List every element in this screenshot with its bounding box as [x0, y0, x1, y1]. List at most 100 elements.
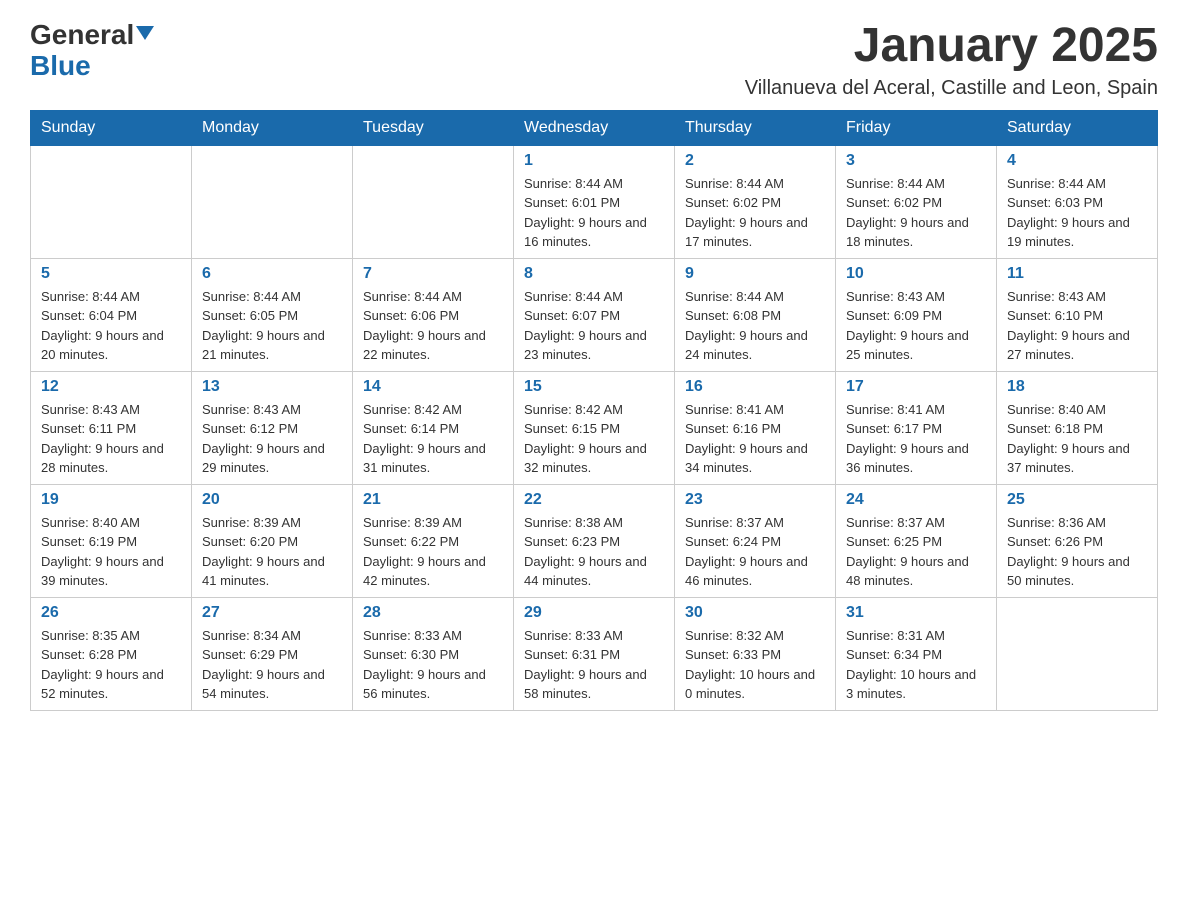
logo-general-text: General — [30, 20, 134, 51]
day-info: Sunrise: 8:43 AM Sunset: 6:12 PM Dayligh… — [202, 400, 342, 478]
calendar-cell: 26 Sunrise: 8:35 AM Sunset: 6:28 PM Dayli… — [31, 597, 192, 710]
logo: General Blue — [30, 20, 154, 82]
column-header-saturday: Saturday — [997, 110, 1158, 145]
day-number: 11 — [1007, 265, 1147, 283]
day-info: Sunrise: 8:44 AM Sunset: 6:06 PM Dayligh… — [363, 287, 503, 365]
week-row-3: 12Sunrise: 8:43 AM Sunset: 6:11 PM Dayli… — [31, 371, 1158, 484]
calendar-cell: 1 Sunrise: 8:44 AM Sunset: 6:01 PM Daylig… — [514, 145, 675, 258]
day-info: Sunrise: 8:40 AM Sunset: 6:18 PM Dayligh… — [1007, 400, 1147, 478]
calendar-cell: 14 Sunrise: 8:42 AM Sunset: 6:14 PM Dayli… — [353, 371, 514, 484]
calendar-cell: 11Sunrise: 8:43 AM Sunset: 6:10 PM Dayli… — [997, 258, 1158, 371]
column-header-thursday: Thursday — [675, 110, 836, 145]
day-number: 25 — [1007, 491, 1147, 509]
day-info: Sunrise: 8:40 AM Sunset: 6:19 PM Dayligh… — [41, 513, 181, 591]
day-number: 9 — [685, 265, 825, 283]
day-number: 20 — [202, 491, 342, 509]
calendar-cell: 10 Sunrise: 8:43 AM Sunset: 6:09 PM Dayli… — [836, 258, 997, 371]
day-info: Sunrise: 8:44 AM Sunset: 6:01 PM Dayligh… — [524, 174, 664, 252]
day-info: Sunrise: 8:36 AM Sunset: 6:26 PM Dayligh… — [1007, 513, 1147, 591]
calendar-cell: 18 Sunrise: 8:40 AM Sunset: 6:18 PM Dayli… — [997, 371, 1158, 484]
logo-blue-text: Blue — [30, 51, 91, 82]
calendar-cell — [997, 597, 1158, 710]
day-number: 21 — [363, 491, 503, 509]
calendar-cell — [353, 145, 514, 258]
day-number: 4 — [1007, 152, 1147, 170]
calendar-cell: 9 Sunrise: 8:44 AM Sunset: 6:08 PM Daylig… — [675, 258, 836, 371]
day-info: Sunrise: 8:33 AM Sunset: 6:30 PM Dayligh… — [363, 626, 503, 704]
day-info: Sunrise: 8:39 AM Sunset: 6:20 PM Dayligh… — [202, 513, 342, 591]
calendar-cell: 6 Sunrise: 8:44 AM Sunset: 6:05 PM Daylig… — [192, 258, 353, 371]
day-info: Sunrise: 8:41 AM Sunset: 6:16 PM Dayligh… — [685, 400, 825, 478]
day-info: Sunrise: 8:43 AM Sunset: 6:09 PM Dayligh… — [846, 287, 986, 365]
calendar-cell: 27Sunrise: 8:34 AM Sunset: 6:29 PM Dayli… — [192, 597, 353, 710]
calendar-table: SundayMondayTuesdayWednesdayThursdayFrid… — [30, 110, 1158, 711]
day-number: 1 — [524, 152, 664, 170]
calendar-cell: 4 Sunrise: 8:44 AM Sunset: 6:03 PM Daylig… — [997, 145, 1158, 258]
calendar-cell — [192, 145, 353, 258]
column-header-monday: Monday — [192, 110, 353, 145]
day-number: 23 — [685, 491, 825, 509]
calendar-cell: 20 Sunrise: 8:39 AM Sunset: 6:20 PM Dayli… — [192, 484, 353, 597]
day-number: 31 — [846, 604, 986, 622]
calendar-cell: 23 Sunrise: 8:37 AM Sunset: 6:24 PM Dayli… — [675, 484, 836, 597]
day-info: Sunrise: 8:43 AM Sunset: 6:11 PM Dayligh… — [41, 400, 181, 478]
calendar-cell: 8Sunrise: 8:44 AM Sunset: 6:07 PM Daylig… — [514, 258, 675, 371]
day-number: 19 — [41, 491, 181, 509]
day-info: Sunrise: 8:44 AM Sunset: 6:03 PM Dayligh… — [1007, 174, 1147, 252]
day-info: Sunrise: 8:39 AM Sunset: 6:22 PM Dayligh… — [363, 513, 503, 591]
column-header-sunday: Sunday — [31, 110, 192, 145]
day-number: 14 — [363, 378, 503, 396]
column-header-tuesday: Tuesday — [353, 110, 514, 145]
day-info: Sunrise: 8:44 AM Sunset: 6:08 PM Dayligh… — [685, 287, 825, 365]
day-number: 17 — [846, 378, 986, 396]
day-number: 15 — [524, 378, 664, 396]
column-header-friday: Friday — [836, 110, 997, 145]
day-info: Sunrise: 8:35 AM Sunset: 6:28 PM Dayligh… — [41, 626, 181, 704]
day-info: Sunrise: 8:44 AM Sunset: 6:02 PM Dayligh… — [846, 174, 986, 252]
day-number: 13 — [202, 378, 342, 396]
calendar-subtitle: Villanueva del Aceral, Castille and Leon… — [745, 77, 1158, 100]
calendar-cell: 3 Sunrise: 8:44 AM Sunset: 6:02 PM Daylig… — [836, 145, 997, 258]
day-info: Sunrise: 8:31 AM Sunset: 6:34 PM Dayligh… — [846, 626, 986, 704]
calendar-header-row: SundayMondayTuesdayWednesdayThursdayFrid… — [31, 110, 1158, 145]
day-number: 6 — [202, 265, 342, 283]
day-number: 2 — [685, 152, 825, 170]
day-number: 24 — [846, 491, 986, 509]
calendar-cell: 5Sunrise: 8:44 AM Sunset: 6:04 PM Daylig… — [31, 258, 192, 371]
day-number: 18 — [1007, 378, 1147, 396]
calendar-cell: 31 Sunrise: 8:31 AM Sunset: 6:34 PM Dayli… — [836, 597, 997, 710]
day-info: Sunrise: 8:41 AM Sunset: 6:17 PM Dayligh… — [846, 400, 986, 478]
calendar-cell: 15 Sunrise: 8:42 AM Sunset: 6:15 PM Dayli… — [514, 371, 675, 484]
logo-triangle-icon — [136, 26, 154, 40]
day-info: Sunrise: 8:42 AM Sunset: 6:15 PM Dayligh… — [524, 400, 664, 478]
calendar-cell: 21 Sunrise: 8:39 AM Sunset: 6:22 PM Dayli… — [353, 484, 514, 597]
week-row-5: 26 Sunrise: 8:35 AM Sunset: 6:28 PM Dayli… — [31, 597, 1158, 710]
week-row-4: 19 Sunrise: 8:40 AM Sunset: 6:19 PM Dayli… — [31, 484, 1158, 597]
day-number: 3 — [846, 152, 986, 170]
column-header-wednesday: Wednesday — [514, 110, 675, 145]
calendar-cell — [31, 145, 192, 258]
calendar-cell: 7Sunrise: 8:44 AM Sunset: 6:06 PM Daylig… — [353, 258, 514, 371]
day-info: Sunrise: 8:44 AM Sunset: 6:02 PM Dayligh… — [685, 174, 825, 252]
day-number: 10 — [846, 265, 986, 283]
title-area: January 2025 Villanueva del Aceral, Cast… — [745, 20, 1158, 100]
day-info: Sunrise: 8:44 AM Sunset: 6:04 PM Dayligh… — [41, 287, 181, 365]
calendar-cell: 12Sunrise: 8:43 AM Sunset: 6:11 PM Dayli… — [31, 371, 192, 484]
calendar-cell: 24 Sunrise: 8:37 AM Sunset: 6:25 PM Dayli… — [836, 484, 997, 597]
calendar-cell: 29Sunrise: 8:33 AM Sunset: 6:31 PM Dayli… — [514, 597, 675, 710]
calendar-cell: 28Sunrise: 8:33 AM Sunset: 6:30 PM Dayli… — [353, 597, 514, 710]
day-info: Sunrise: 8:37 AM Sunset: 6:25 PM Dayligh… — [846, 513, 986, 591]
day-info: Sunrise: 8:32 AM Sunset: 6:33 PM Dayligh… — [685, 626, 825, 704]
calendar-cell: 16Sunrise: 8:41 AM Sunset: 6:16 PM Dayli… — [675, 371, 836, 484]
day-number: 22 — [524, 491, 664, 509]
calendar-cell: 30Sunrise: 8:32 AM Sunset: 6:33 PM Dayli… — [675, 597, 836, 710]
day-info: Sunrise: 8:34 AM Sunset: 6:29 PM Dayligh… — [202, 626, 342, 704]
calendar-title: January 2025 — [745, 20, 1158, 73]
day-info: Sunrise: 8:42 AM Sunset: 6:14 PM Dayligh… — [363, 400, 503, 478]
day-info: Sunrise: 8:37 AM Sunset: 6:24 PM Dayligh… — [685, 513, 825, 591]
day-info: Sunrise: 8:44 AM Sunset: 6:05 PM Dayligh… — [202, 287, 342, 365]
day-number: 26 — [41, 604, 181, 622]
week-row-2: 5Sunrise: 8:44 AM Sunset: 6:04 PM Daylig… — [31, 258, 1158, 371]
day-number: 8 — [524, 265, 664, 283]
calendar-cell: 25 Sunrise: 8:36 AM Sunset: 6:26 PM Dayli… — [997, 484, 1158, 597]
